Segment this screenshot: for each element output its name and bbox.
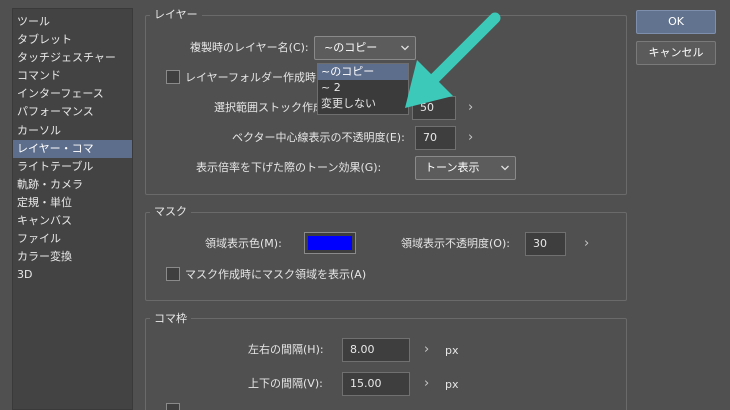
mask-checkbox[interactable]	[166, 267, 180, 281]
sidebar-item[interactable]: レイヤー・コマ	[13, 139, 132, 158]
sidebar-item[interactable]: 3D	[13, 266, 132, 284]
frame-checkbox[interactable]	[166, 403, 180, 410]
chevron-down-icon	[401, 45, 409, 51]
sidebar-item[interactable]: ライトテーブル	[13, 158, 132, 176]
folder-checkbox-suffix: ま	[414, 71, 425, 84]
sidebar-item[interactable]: タッチジェスチャー	[13, 49, 132, 67]
vector-opacity-expand-icon[interactable]: ›	[468, 131, 473, 145]
area-color-picker[interactable]	[304, 232, 356, 254]
frame-group	[145, 318, 627, 410]
copy-name-value: ~のコピー	[324, 41, 378, 54]
copy-name-label: 複製時のレイヤー名(C):	[190, 41, 309, 54]
folder-checkbox-label: レイヤーフォルダー作成時の	[185, 71, 328, 84]
tone-effect-value: トーン表示	[425, 161, 480, 174]
selection-stock-label: 選択範囲ストック作成	[214, 101, 324, 114]
sidebar-item[interactable]: 軌跡・カメラ	[13, 176, 132, 194]
vertical-gap-expand-icon[interactable]: ›	[424, 377, 429, 391]
sidebar-item[interactable]: ファイル	[13, 230, 132, 248]
dropdown-option[interactable]: ~のコピー	[318, 64, 408, 80]
area-color-swatch	[308, 236, 352, 250]
horizontal-gap-label: 左右の間隔(H):	[248, 343, 324, 356]
mask-checkbox-label: マスク作成時にマスク領域を表示(A)	[185, 268, 367, 281]
cancel-button[interactable]: キャンセル	[636, 41, 716, 65]
vector-opacity-input[interactable]: 70	[415, 126, 456, 150]
tone-effect-label: 表示倍率を下げた際のトーン効果(G):	[196, 161, 382, 174]
area-opacity-input[interactable]: 30	[525, 232, 566, 256]
sidebar-item[interactable]: パフォーマンス	[13, 103, 132, 121]
horizontal-gap-input[interactable]: 8.00	[342, 338, 410, 362]
horizontal-gap-unit: px	[445, 344, 459, 357]
category-list[interactable]: ツール タブレット タッチジェスチャー コマンド インターフェース パフォーマンス カーソル…	[12, 8, 133, 410]
area-opacity-expand-icon[interactable]: ›	[584, 237, 589, 251]
tone-effect-select[interactable]: トーン表示	[415, 156, 516, 180]
mask-group-title: マスク	[150, 205, 191, 219]
sidebar-item[interactable]: インターフェース	[13, 85, 132, 103]
vertical-gap-input[interactable]: 15.00	[342, 372, 410, 396]
area-opacity-label: 領域表示不透明度(O):	[401, 237, 510, 250]
vector-opacity-label: ベクター中心線表示の不透明度(E):	[232, 131, 405, 144]
selection-stock-input[interactable]: 50	[412, 96, 456, 120]
area-color-label: 領域表示色(M):	[205, 237, 282, 250]
frame-group-title: コマ枠	[150, 312, 191, 326]
sidebar-item[interactable]: ツール	[13, 13, 132, 31]
folder-checkbox[interactable]	[166, 70, 180, 84]
ok-button[interactable]: OK	[636, 10, 716, 34]
vertical-gap-label: 上下の間隔(V):	[248, 377, 323, 390]
dropdown-option[interactable]: 変更しない	[318, 96, 408, 112]
sidebar-item[interactable]: 定規・単位	[13, 194, 132, 212]
dropdown-option[interactable]: ~ 2	[318, 80, 408, 96]
chevron-down-icon	[501, 165, 509, 171]
selection-stock-expand-icon[interactable]: ›	[468, 101, 473, 115]
sidebar-item[interactable]: キャンバス	[13, 212, 132, 230]
sidebar-item[interactable]: カーソル	[13, 122, 132, 140]
sidebar-item[interactable]: カラー変換	[13, 248, 132, 266]
sidebar-item[interactable]: コマンド	[13, 67, 132, 85]
vertical-gap-unit: px	[445, 378, 459, 391]
horizontal-gap-expand-icon[interactable]: ›	[424, 343, 429, 357]
copy-name-dropdown[interactable]: ~のコピー ~ 2 変更しない	[317, 63, 409, 115]
copy-name-select[interactable]: ~のコピー	[314, 36, 416, 60]
mask-group	[145, 212, 627, 301]
sidebar-item[interactable]: タブレット	[13, 31, 132, 49]
layer-group-title: レイヤー	[150, 8, 202, 22]
